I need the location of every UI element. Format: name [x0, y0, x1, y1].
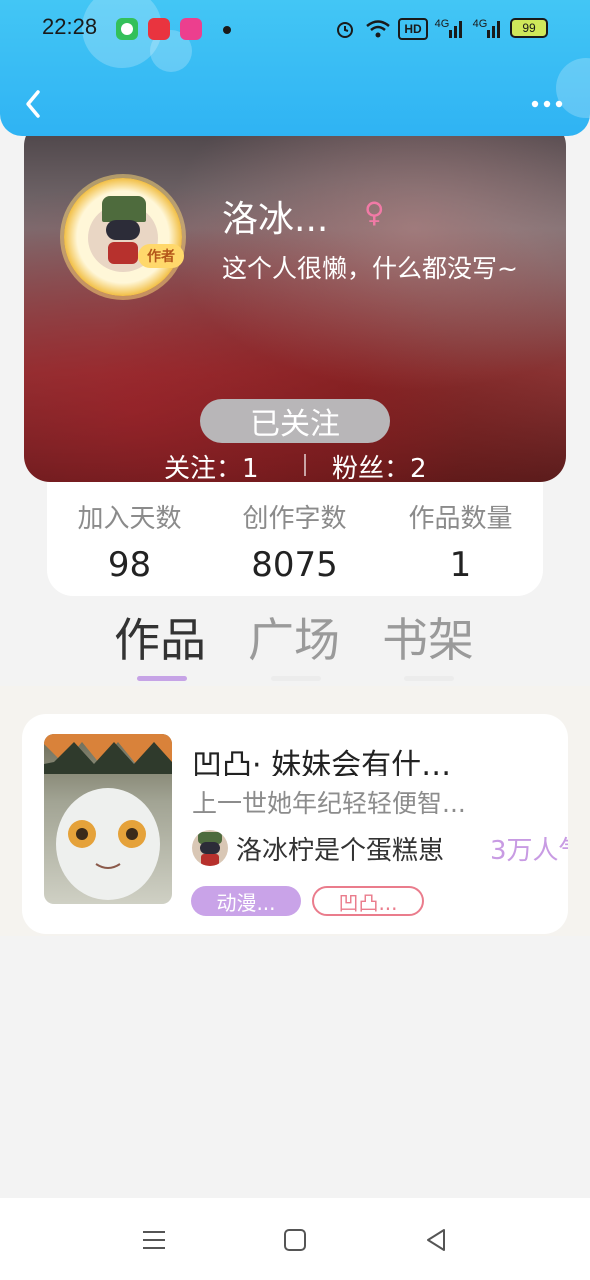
- hd-icon: HD: [398, 18, 428, 40]
- profile-name: 洛冰...: [222, 199, 329, 240]
- author-badge: 作者: [138, 244, 184, 268]
- stat-join-days: 加入天数 98: [47, 498, 212, 585]
- following-count[interactable]: 关注：1: [164, 448, 259, 482]
- work-tag[interactable]: 动漫...: [191, 886, 301, 916]
- profile-card: 作者 洛冰... ♀ 这个人很懒，什么都没写~ 已关注 关注：1 粉丝：2: [24, 120, 566, 482]
- stat-value: 98: [107, 545, 152, 585]
- stats-card: 加入天数 98 创作字数 8075 作品数量 1: [47, 466, 543, 596]
- more-options-button[interactable]: [530, 96, 564, 110]
- tab-bookshelf[interactable]: 书架: [382, 604, 474, 670]
- toutiao-app-icon: [148, 18, 170, 40]
- work-tag[interactable]: 凹凸...: [312, 886, 424, 916]
- follow-button[interactable]: 已关注: [200, 399, 390, 443]
- work-cover-image: [44, 734, 172, 904]
- work-author-name: 洛冰柠是个蛋糕崽: [236, 836, 445, 866]
- stat-word-count: 创作字数 8075: [212, 498, 377, 585]
- home-button[interactable]: [275, 1220, 315, 1260]
- notification-dot-icon: [223, 26, 231, 34]
- recent-apps-button[interactable]: [134, 1220, 174, 1260]
- signal-icon: 4G: [434, 18, 464, 40]
- tab-indicator-active: [137, 676, 187, 681]
- green-app-icon: [116, 18, 138, 40]
- tab-works[interactable]: 作品: [114, 604, 206, 670]
- divider: [304, 454, 306, 476]
- work-description: 上一世她年纪轻轻便智...: [192, 789, 466, 818]
- stat-value: 8075: [251, 545, 338, 585]
- battery-icon: 99: [510, 18, 548, 38]
- top-header: 22:28 HD 4G 4G 99: [0, 0, 590, 136]
- stat-works-count: 作品数量 1: [378, 498, 543, 585]
- female-gender-icon: ♀: [364, 196, 385, 229]
- work-title: 凹凸· 妹妹会有什…: [192, 748, 452, 776]
- back-triangle-icon: [427, 1229, 445, 1251]
- wifi-icon: [364, 18, 392, 40]
- signal-icon: 4G: [472, 18, 502, 40]
- profile-bio: 这个人很懒，什么都没写~: [222, 254, 518, 283]
- author-avatar: [192, 830, 228, 866]
- stat-label: 加入天数: [77, 504, 182, 534]
- pink-app-icon: [180, 18, 202, 40]
- stat-label: 作品数量: [408, 504, 513, 534]
- home-square-icon: [284, 1229, 306, 1251]
- system-back-button[interactable]: [416, 1220, 456, 1260]
- stat-value: 1: [449, 545, 472, 585]
- system-navbar: [0, 1198, 590, 1280]
- work-card[interactable]: 凹凸· 妹妹会有什… 上一世她年纪轻轻便智... 洛冰柠是个蛋糕崽 3万人气 动…: [22, 714, 568, 934]
- stat-label: 创作字数: [242, 504, 347, 534]
- status-time: 22:28: [42, 14, 98, 39]
- tab-plaza[interactable]: 广场: [248, 604, 340, 670]
- tab-indicator: [271, 676, 321, 681]
- alarm-icon: [334, 18, 356, 40]
- work-popularity: 3万人气: [490, 836, 568, 866]
- menu-icon: [143, 1231, 165, 1249]
- tab-indicator: [404, 676, 454, 681]
- avatar[interactable]: 作者: [64, 178, 184, 296]
- chevron-left-icon: [26, 90, 40, 118]
- more-dots-icon: [531, 100, 563, 108]
- back-button[interactable]: [20, 86, 48, 122]
- fans-count[interactable]: 粉丝：2: [332, 448, 427, 482]
